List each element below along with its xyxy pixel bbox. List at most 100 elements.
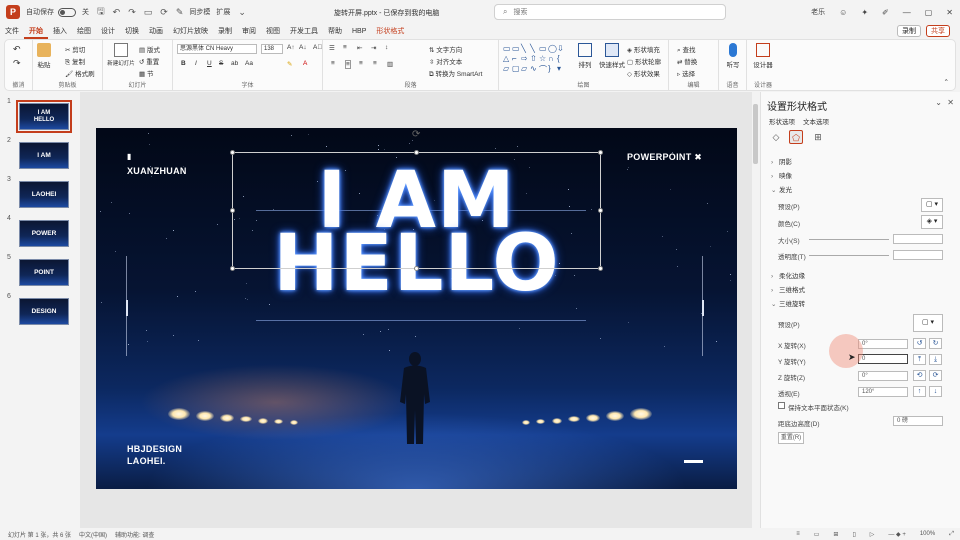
glow-size-slider[interactable] [809,239,889,240]
numbering-icon[interactable]: ≡ [343,44,347,51]
size-properties-icon[interactable]: ⊞ [811,130,825,144]
tab-animations[interactable]: 动画 [144,25,168,39]
font-name-dropdown[interactable]: 思源黑体 CN Heavy [177,44,257,54]
resize-handle[interactable] [230,208,235,213]
dictate-button[interactable]: 听写 [723,43,743,69]
shapes-gallery[interactable]: ▭ ▭ ╲ ╲ ▭ ◯ ⇩ △ ⌐ ⇨ ⇧ ☆ ∩{ ▱ ▢ ▱ ∿ ⌒} ▾ [503,44,571,76]
refresh-icon[interactable]: ⟳ [160,7,168,18]
rect3-shape-icon[interactable]: ▭ [539,44,548,54]
highlight-icon[interactable]: ✎ [287,60,292,68]
rotate-handle-icon[interactable]: ⟳ [412,129,420,140]
resize-handle[interactable] [598,266,603,271]
close-icon[interactable]: ✕ [946,8,953,17]
keep-text-flat-checkbox[interactable] [778,402,785,409]
strikethrough-icon[interactable]: S [219,60,223,67]
y-rotate-down-icon[interactable]: ⤓ [929,354,942,365]
text-direction-button[interactable]: ⇅ 文字方向 [429,44,462,54]
perspective-input[interactable]: 120° [858,387,908,397]
increase-indent-icon[interactable]: ⇥ [371,44,376,52]
maximize-icon[interactable]: ▢ [925,8,933,17]
section-button[interactable]: ▦ 节 [139,68,153,78]
slide-thumbnail-5[interactable]: 5 POINT [0,254,78,286]
fit-slide-icon[interactable]: ⤢ [949,531,954,538]
pen-icon[interactable]: ✐ [882,8,889,17]
glow-color-dropdown[interactable]: ◈ ▾ [921,215,943,229]
italic-icon[interactable]: I [195,60,197,67]
x-rotate-left-icon[interactable]: ↺ [913,338,926,349]
normal-view-icon[interactable]: ▭ [814,531,820,538]
canvas-scrollbar[interactable] [752,92,759,528]
grow-font-icon[interactable]: A↑ [287,44,295,51]
shape-fill-button[interactable]: ◈ 形状填充 [627,44,660,54]
customize-qat-icon[interactable]: ⌄ [238,7,246,18]
format-painter-button[interactable]: 🖌 格式刷 [65,68,95,78]
slide-thumbnail-6[interactable]: 6 DESIGN [0,293,78,325]
clear-format-icon[interactable]: A⃠ [313,44,322,51]
copilot-icon[interactable]: ✦ [861,8,868,17]
new-slide-button[interactable]: 新建幻灯片 [107,43,135,67]
notes-icon[interactable]: ≡ [796,531,800,537]
decrease-indent-icon[interactable]: ⇤ [357,44,362,52]
user-name[interactable]: 老乐 [811,7,825,17]
arrow3-shape-icon[interactable]: ⇧ [530,54,539,64]
arrow-shape-icon[interactable]: ⇩ [557,44,566,54]
effects-icon[interactable]: ⬠ [789,130,803,144]
resize-handle[interactable] [414,150,419,155]
text-options-tab[interactable]: 文本选项 [803,116,829,126]
bold-icon[interactable]: B [181,60,186,67]
oval-shape-icon[interactable]: ◯ [548,44,557,54]
layout-button[interactable]: ▤ 版式 [139,44,160,54]
cut-button[interactable]: ✂ 剪切 [65,44,85,54]
y-rotate-up-icon[interactable]: ⤒ [913,354,926,365]
autosave-toggle[interactable] [58,7,76,17]
parallelogram-shape-icon[interactable]: ▱ [521,64,530,74]
tab-shape-format[interactable]: 形状格式 [371,25,409,39]
sync-label[interactable]: 同步模 [189,7,210,17]
zoom-slider[interactable]: — ◆ + [888,531,905,538]
glow-section[interactable]: ⌄ 发光 [771,184,792,194]
font-size-dropdown[interactable]: 138 [261,44,283,54]
tab-record[interactable]: 录制 [213,25,237,39]
underline-icon[interactable]: U [207,60,212,67]
line-spacing-icon[interactable]: ↕ [385,44,388,51]
tab-insert[interactable]: 插入 [48,25,72,39]
fill-line-icon[interactable]: ◇ [769,130,783,144]
pane-close-icon[interactable]: ✕ [947,98,954,107]
triangle-shape-icon[interactable]: △ [503,54,512,64]
glow-preset-dropdown[interactable]: ▢ ▾ [921,198,943,212]
resize-handle[interactable] [230,266,235,271]
tab-hbp[interactable]: HBP [347,25,371,39]
rotation-preset-dropdown[interactable]: ▢ ▾ [913,314,943,332]
slideshow-icon[interactable]: ▷ [870,531,875,538]
x-rotate-right-icon[interactable]: ↻ [929,338,942,349]
brush-icon[interactable]: ✎ [176,7,184,18]
perspective-down-icon[interactable]: ↓ [929,386,942,397]
replace-button[interactable]: ⇄ 替换 [677,56,697,66]
z-rotate-ccw-icon[interactable]: ⟲ [913,370,926,381]
quick-styles-button[interactable]: 快速样式 [599,43,625,69]
arrange-button[interactable]: 排列 [575,43,595,69]
convert-smartart-button[interactable]: ⧉ 转换为 SmartArt [429,68,482,79]
bracket-shape-icon[interactable]: ⌐ [512,54,521,64]
more-shape-icon[interactable]: ▾ [557,64,566,74]
format-3d-section[interactable]: › 三维格式 [771,284,805,294]
tab-help[interactable]: 帮助 [323,25,347,39]
shape-effects-button[interactable]: ◇ 形状效果 [627,68,660,78]
redo-icon[interactable]: ↷ [13,58,21,69]
shape-options-tab[interactable]: 形状选项 [769,116,795,126]
line-shape-icon[interactable]: ╲ [521,44,530,54]
minimize-icon[interactable]: — [903,8,911,17]
shape-outline-button[interactable]: ▢ 形状轮廓 [627,56,661,66]
shrink-font-icon[interactable]: A↓ [299,44,307,51]
redo-icon[interactable]: ↷ [128,7,136,18]
slide-thumbnail-3[interactable]: 3 LAOHEI [0,176,78,208]
bullets-icon[interactable]: ☰ [329,44,335,52]
tab-view[interactable]: 视图 [261,25,285,39]
rotation-3d-section[interactable]: ⌄ 三维旋转 [771,298,805,308]
reading-view-icon[interactable]: ▯ [852,531,855,538]
designer-button[interactable]: 设计器 [751,43,775,69]
tab-slideshow[interactable]: 幻灯片放映 [168,25,213,39]
resize-handle[interactable] [598,150,603,155]
tab-developer[interactable]: 开发工具 [285,25,323,39]
scrollbar-thumb[interactable] [753,104,758,164]
